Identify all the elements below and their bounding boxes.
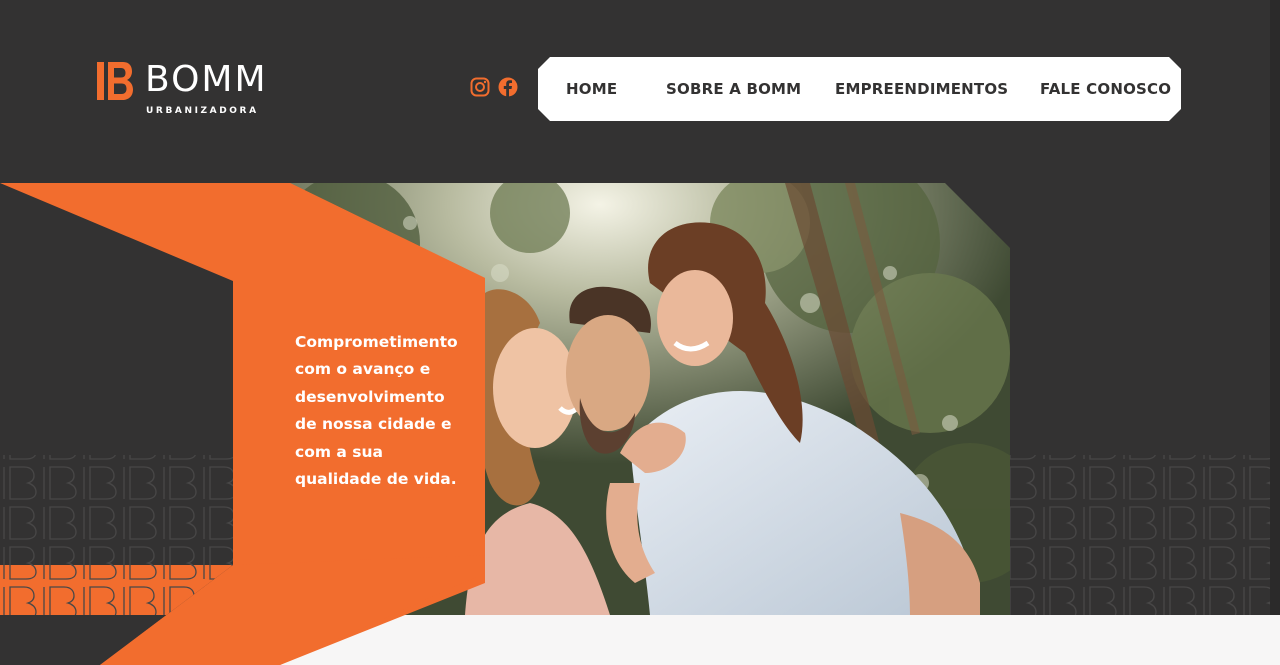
nav-item-fale-conosco[interactable]: FALE CONOSCO [1040,57,1171,121]
hero-tagline: Comprometimento com o avanço e desenvolv… [295,329,465,493]
nav-item-empreendimentos[interactable]: EMPREENDIMENTOS [835,57,1008,121]
tagline-line: desenvolvimento [295,387,445,406]
tagline-line: de nossa cidade e [295,415,452,434]
tagline-line: Comprometimento [295,333,458,351]
hero-decoration [0,183,1270,665]
brand-wordmark: BOMM [145,59,268,100]
bomm-logo[interactable]: BOMM URBANIZADORA [97,59,297,122]
instagram-icon[interactable] [470,77,490,97]
brand-subtitle: URBANIZADORA [146,106,259,116]
social-links [470,77,518,97]
tagline-line: qualidade de vida. [295,470,457,489]
nav-item-sobre[interactable]: SOBRE A BOMM [666,57,801,121]
tagline-line: com a sua [295,442,383,461]
bomm-logo-mark-icon [97,62,133,100]
main-nav: HOME SOBRE A BOMM EMPREENDIMENTOS FALE C… [538,57,1181,121]
nav-item-home[interactable]: HOME [566,57,617,121]
facebook-icon[interactable] [498,77,518,97]
tagline-line: com o avanço e [295,360,431,379]
